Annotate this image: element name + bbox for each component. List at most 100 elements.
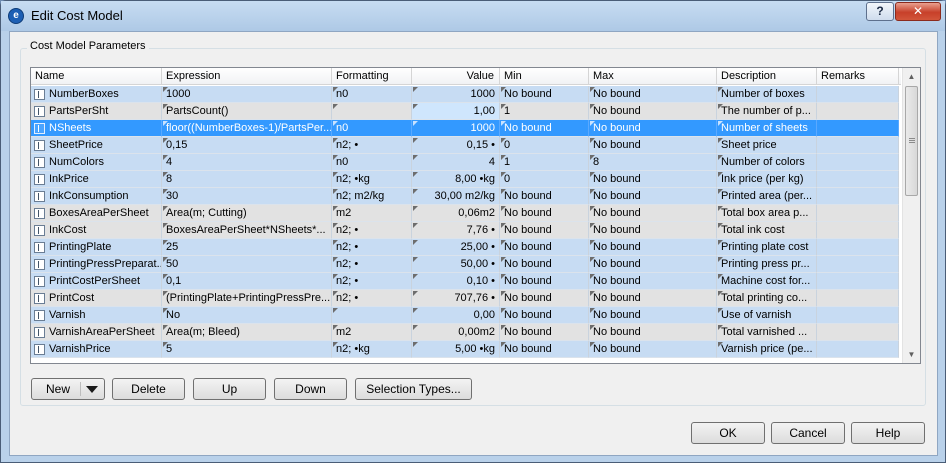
cell-max[interactable]: No bound [589, 171, 717, 188]
cell-expression[interactable]: Area(m; Bleed) [162, 324, 332, 341]
table-row[interactable]: InkPrice 8 n2; •kg 8,00 •kg 0 No bound Ink pri… [31, 171, 901, 188]
cell-expression[interactable]: PartsCount() [162, 103, 332, 120]
cell-value[interactable]: 8,00 •kg [412, 171, 500, 188]
cell-formatting[interactable]: n0 [332, 120, 412, 137]
cell-description[interactable]: Printed area (per... [717, 188, 817, 205]
column-header-max[interactable]: Max [589, 68, 717, 85]
selection-types-button[interactable]: Selection Types... [355, 378, 472, 400]
table-row[interactable]: PartsPerSht PartsCount() 1,00 1 No bound The … [31, 103, 901, 120]
cell-description[interactable]: Use of varnish [717, 307, 817, 324]
cell-min[interactable]: 1 [500, 154, 589, 171]
cell-remarks[interactable] [817, 171, 899, 188]
down-button[interactable]: Down [274, 378, 347, 400]
cell-name[interactable]: BoxesAreaPerSheet [31, 205, 162, 222]
table-row[interactable]: VarnishPrice 5 n2; •kg 5,00 •kg No bound No b… [31, 341, 901, 358]
cell-formatting[interactable]: n2; m2/kg [332, 188, 412, 205]
cell-expression[interactable]: (PrintingPlate+PrintingPressPre... [162, 290, 332, 307]
cell-formatting[interactable]: n2; • [332, 256, 412, 273]
cell-name[interactable]: VarnishAreaPerSheet [31, 324, 162, 341]
cell-min[interactable]: No bound [500, 307, 589, 324]
cell-remarks[interactable] [817, 103, 899, 120]
new-dropdown-button[interactable]: New [31, 378, 105, 400]
cell-remarks[interactable] [817, 86, 899, 103]
delete-button[interactable]: Delete [112, 378, 185, 400]
cell-value[interactable]: 25,00 • [412, 239, 500, 256]
cell-expression[interactable]: Area(m; Cutting) [162, 205, 332, 222]
cell-value[interactable]: 1000 [412, 86, 500, 103]
column-header-min[interactable]: Min [500, 68, 589, 85]
cell-name[interactable]: Varnish [31, 307, 162, 324]
cell-name[interactable]: InkPrice [31, 171, 162, 188]
table-row[interactable]: Varnish No 0,00 No bound No bound Use of varn… [31, 307, 901, 324]
cell-formatting[interactable]: n2; •kg [332, 341, 412, 358]
cell-name[interactable]: PrintCost [31, 290, 162, 307]
column-header-formatting[interactable]: Formatting [332, 68, 412, 85]
table-row[interactable]: NumberBoxes 1000 n0 1000 No bound No bound Num… [31, 86, 901, 103]
cancel-button[interactable]: Cancel [771, 422, 845, 444]
cell-remarks[interactable] [817, 324, 899, 341]
cell-description[interactable]: Printing plate cost [717, 239, 817, 256]
cell-max[interactable]: No bound [589, 120, 717, 137]
cell-min[interactable]: No bound [500, 120, 589, 137]
cell-max[interactable]: No bound [589, 290, 717, 307]
cell-expression[interactable]: floor((NumberBoxes-1)/PartsPer... [162, 120, 332, 137]
cell-value[interactable]: 0,06m2 [412, 205, 500, 222]
cell-name[interactable]: InkCost [31, 222, 162, 239]
vertical-scrollbar[interactable]: ▲ ▼ [902, 68, 920, 363]
cell-formatting[interactable]: n2; •kg [332, 171, 412, 188]
cell-max[interactable]: No bound [589, 188, 717, 205]
cell-max[interactable]: No bound [589, 205, 717, 222]
cell-value[interactable]: 5,00 •kg [412, 341, 500, 358]
cell-expression[interactable]: 0,15 [162, 137, 332, 154]
table-row[interactable]: PrintCost (PrintingPlate+PrintingPressPre… [31, 290, 901, 307]
cell-remarks[interactable] [817, 188, 899, 205]
cell-min[interactable]: No bound [500, 256, 589, 273]
cell-remarks[interactable] [817, 239, 899, 256]
cell-expression[interactable]: 1000 [162, 86, 332, 103]
cell-description[interactable]: Number of boxes [717, 86, 817, 103]
cell-min[interactable]: 0 [500, 137, 589, 154]
help-button[interactable]: Help [851, 422, 925, 444]
cell-value[interactable]: 0,15 • [412, 137, 500, 154]
cell-remarks[interactable] [817, 137, 899, 154]
scrollbar-thumb[interactable] [905, 86, 918, 196]
table-row[interactable]: NumColors 4 n0 4 1 8 Number of colors [31, 154, 901, 171]
cell-formatting[interactable]: n2; • [332, 137, 412, 154]
cell-name[interactable]: VarnishPrice [31, 341, 162, 358]
cell-remarks[interactable] [817, 222, 899, 239]
table-row[interactable]: SheetPrice 0,15 n2; • 0,15 • 0 No bound Sheet … [31, 137, 901, 154]
cell-description[interactable]: Number of colors [717, 154, 817, 171]
cell-expression[interactable]: 25 [162, 239, 332, 256]
cell-min[interactable]: No bound [500, 188, 589, 205]
cell-formatting[interactable] [332, 103, 412, 120]
cell-name[interactable]: NumberBoxes [31, 86, 162, 103]
help-title-button[interactable]: ? [866, 2, 894, 21]
cell-remarks[interactable] [817, 120, 899, 137]
cell-remarks[interactable] [817, 307, 899, 324]
cell-expression[interactable]: 30 [162, 188, 332, 205]
cell-value[interactable]: 0,00m2 [412, 324, 500, 341]
cell-remarks[interactable] [817, 341, 899, 358]
cell-remarks[interactable] [817, 290, 899, 307]
cell-formatting[interactable]: n2; • [332, 290, 412, 307]
cell-remarks[interactable] [817, 273, 899, 290]
cell-remarks[interactable] [817, 256, 899, 273]
cell-description[interactable]: Ink price (per kg) [717, 171, 817, 188]
cell-max[interactable]: No bound [589, 86, 717, 103]
table-row[interactable]: InkConsumption 30 n2; m2/kg 30,00 m2/kg No b… [31, 188, 901, 205]
cell-expression[interactable]: 5 [162, 341, 332, 358]
close-icon[interactable]: ✕ [895, 2, 941, 21]
column-header-description[interactable]: Description [717, 68, 817, 85]
cell-formatting[interactable]: n2; • [332, 222, 412, 239]
cell-description[interactable]: Number of sheets [717, 120, 817, 137]
cell-formatting[interactable]: n2; • [332, 239, 412, 256]
cell-formatting[interactable]: n2; • [332, 273, 412, 290]
cell-description[interactable]: Total varnished ... [717, 324, 817, 341]
column-header-remarks[interactable]: Remarks [817, 68, 899, 85]
cell-value[interactable]: 50,00 • [412, 256, 500, 273]
cell-expression[interactable]: BoxesAreaPerSheet*NSheets*... [162, 222, 332, 239]
up-button[interactable]: Up [193, 378, 266, 400]
cell-min[interactable]: No bound [500, 239, 589, 256]
table-row[interactable]: PrintingPlate 25 n2; • 25,00 • No bound No bo… [31, 239, 901, 256]
cell-min[interactable]: 0 [500, 171, 589, 188]
